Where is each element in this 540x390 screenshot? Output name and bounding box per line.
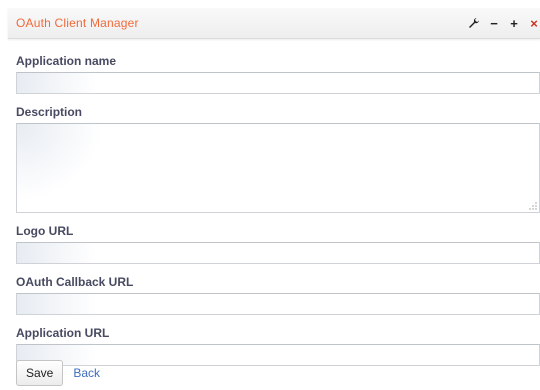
panel-title: OAuth Client Manager <box>16 16 139 30</box>
back-link[interactable]: Back <box>73 366 100 380</box>
form-actions: Save Back <box>16 360 100 386</box>
minimize-button[interactable]: − <box>488 15 500 31</box>
callback-url-label: OAuth Callback URL <box>16 275 134 289</box>
maximize-button[interactable]: + <box>508 15 520 31</box>
wrench-icon[interactable] <box>468 15 480 31</box>
description-wrap <box>16 123 540 213</box>
panel-controls: − + × <box>468 14 540 32</box>
application-name-label: Application name <box>16 54 117 68</box>
oauth-client-manager-panel: OAuth Client Manager − + × Application n… <box>8 8 540 390</box>
application-name-input[interactable] <box>16 72 540 94</box>
panel-header: OAuth Client Manager − + × <box>8 8 540 39</box>
resize-grip-icon[interactable] <box>529 202 537 210</box>
save-button[interactable]: Save <box>16 360 64 386</box>
client-form: Application name Description Logo URL OA… <box>16 54 540 377</box>
close-button[interactable]: × <box>528 15 540 31</box>
logo-url-input[interactable] <box>16 242 540 264</box>
callback-url-input[interactable] <box>16 293 540 315</box>
description-textarea[interactable] <box>16 123 540 213</box>
description-label: Description <box>16 105 83 119</box>
logo-url-label: Logo URL <box>16 224 74 238</box>
application-url-label: Application URL <box>16 326 110 340</box>
